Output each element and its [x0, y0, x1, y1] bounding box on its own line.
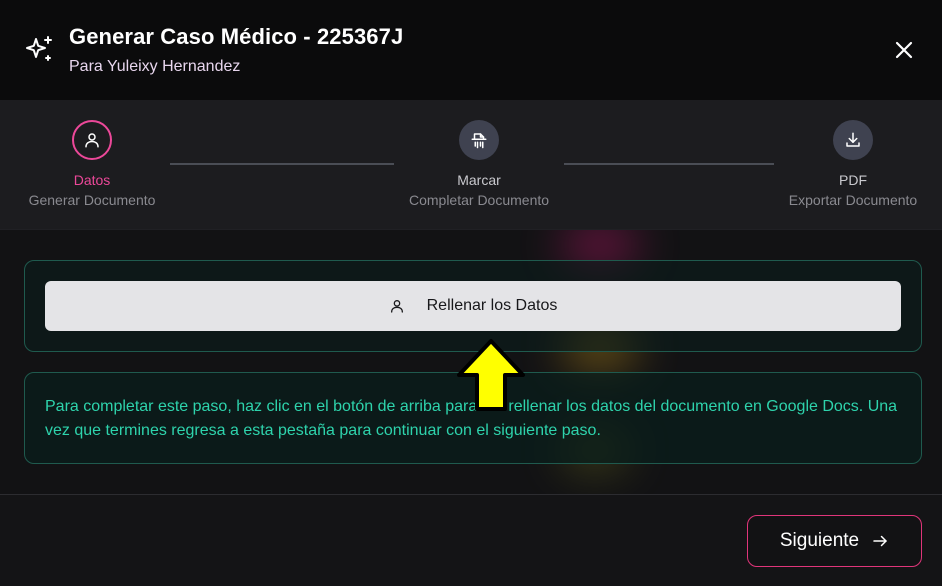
- next-button[interactable]: Siguiente: [747, 515, 922, 567]
- user-icon: [85, 133, 99, 148]
- step-sublabel: Exportar Documento: [788, 192, 918, 208]
- modal-header: Generar Caso Médico - 225367J Para Yulei…: [0, 0, 942, 100]
- step-sublabel: Generar Documento: [28, 192, 156, 208]
- modal-title: Generar Caso Médico - 225367J: [69, 24, 404, 49]
- generate-case-modal: Generar Caso Médico - 225367J Para Yulei…: [0, 0, 942, 586]
- step-connector: [564, 163, 774, 165]
- sparkles-icon: [26, 36, 52, 61]
- shredder-icon: [471, 133, 487, 149]
- step-label: Datos: [73, 172, 111, 188]
- next-button-label: Siguiente: [779, 530, 860, 551]
- download-icon: [846, 132, 860, 147]
- step-label: PDF: [839, 172, 867, 188]
- arrow-right-icon: [873, 535, 887, 547]
- step-sublabel: Completar Documento: [408, 192, 550, 208]
- close-icon[interactable]: [892, 38, 916, 62]
- modal-subtitle: Para Yuleixy Hernandez: [69, 58, 241, 75]
- stepper: Datos Generar Documento Marcar Completar…: [0, 100, 942, 230]
- fill-data-button[interactable]: Rellenar los Datos: [45, 281, 901, 331]
- step-connector: [170, 163, 394, 165]
- step-circle: [72, 120, 112, 160]
- user-icon: [390, 300, 403, 313]
- step-label: Marcar: [457, 172, 501, 188]
- step-circle: [459, 120, 499, 160]
- step-circle: [833, 120, 873, 160]
- fill-data-button-label: Rellenar los Datos: [426, 297, 558, 314]
- pointer-arrow-icon: [457, 339, 525, 411]
